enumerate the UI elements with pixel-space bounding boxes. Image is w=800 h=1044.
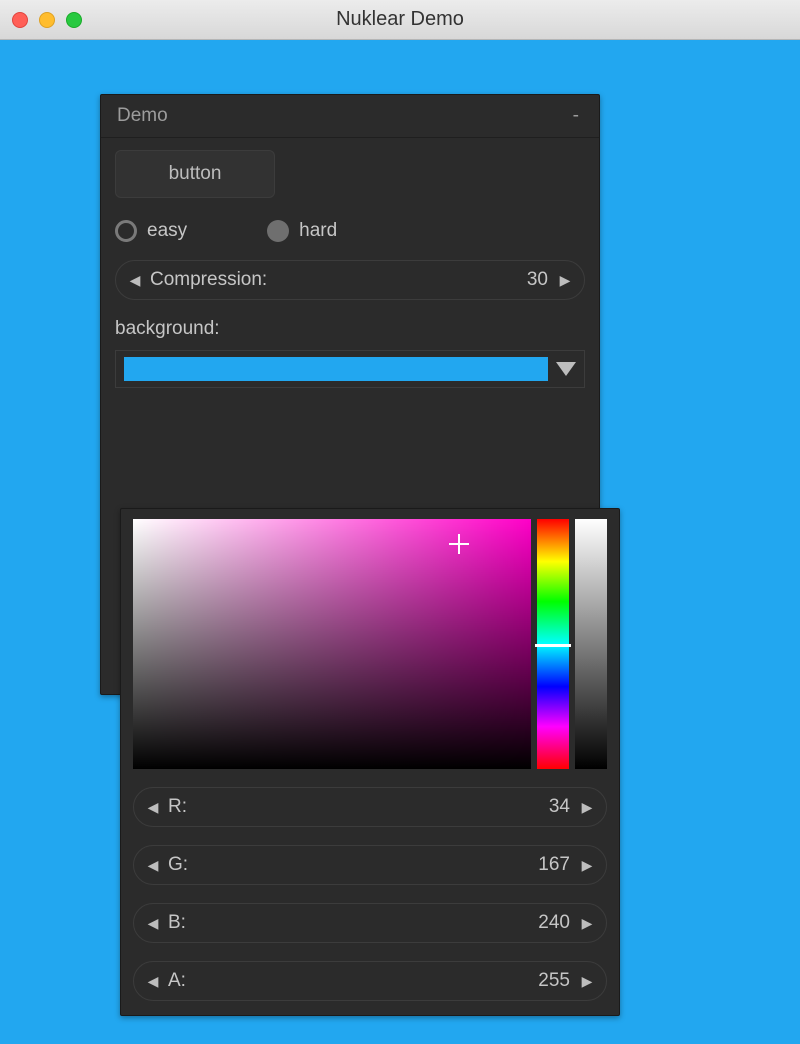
minimize-icon[interactable] (39, 12, 55, 28)
difficulty-radio-group: easy hard (115, 220, 585, 242)
chevron-left-icon[interactable]: ◀ (140, 973, 166, 990)
a-property[interactable]: ◀ A: 255 ▶ (133, 961, 607, 1001)
sv-black-layer (133, 519, 531, 769)
radio-hard-label: hard (299, 220, 337, 242)
hue-marker-icon (535, 644, 571, 647)
panel-minimize-button[interactable]: - (569, 105, 583, 127)
radio-easy[interactable]: easy (115, 220, 187, 242)
maximize-icon[interactable] (66, 12, 82, 28)
g-property[interactable]: ◀ G: 167 ▶ (133, 845, 607, 885)
b-label: B: (166, 912, 186, 934)
radio-easy-label: easy (147, 220, 187, 242)
color-picker (133, 519, 607, 769)
radio-ring-icon (115, 220, 137, 242)
radio-hard[interactable]: hard (267, 220, 337, 242)
window-controls (12, 12, 82, 28)
chevron-left-icon[interactable]: ◀ (140, 857, 166, 874)
alpha-slider[interactable] (575, 519, 607, 769)
window-titlebar: Nuklear Demo (0, 0, 800, 40)
client-area: Demo - button easy hard ◀ Compression: 3… (0, 40, 800, 1044)
a-value[interactable]: 255 (186, 970, 574, 992)
b-value[interactable]: 240 (186, 912, 574, 934)
g-label: G: (166, 854, 188, 876)
background-color-combo[interactable] (115, 350, 585, 388)
r-property[interactable]: ◀ R: 34 ▶ (133, 787, 607, 827)
hue-slider[interactable] (537, 519, 569, 769)
color-swatch (124, 357, 548, 381)
r-value[interactable]: 34 (187, 796, 574, 818)
panel-title: Demo (117, 105, 168, 127)
r-label: R: (166, 796, 187, 818)
b-property[interactable]: ◀ B: 240 ▶ (133, 903, 607, 943)
chevron-right-icon[interactable]: ▶ (552, 272, 578, 289)
compression-label: Compression: (148, 269, 267, 291)
close-icon[interactable] (12, 12, 28, 28)
panel-header[interactable]: Demo - (101, 95, 599, 138)
chevron-left-icon[interactable]: ◀ (140, 799, 166, 816)
radio-dot-icon (267, 220, 289, 242)
chevron-right-icon[interactable]: ▶ (574, 857, 600, 874)
color-picker-popup: ◀ R: 34 ▶ ◀ G: 167 ▶ ◀ B: 240 ▶ ◀ A: 255… (120, 508, 620, 1016)
compression-value[interactable]: 30 (267, 269, 552, 291)
color-sv-field[interactable] (133, 519, 531, 769)
chevron-left-icon[interactable]: ◀ (122, 272, 148, 289)
chevron-right-icon[interactable]: ▶ (574, 915, 600, 932)
chevron-right-icon[interactable]: ▶ (574, 973, 600, 990)
chevron-left-icon[interactable]: ◀ (140, 915, 166, 932)
chevron-down-icon (556, 362, 576, 376)
a-label: A: (166, 970, 186, 992)
chevron-right-icon[interactable]: ▶ (574, 799, 600, 816)
g-value[interactable]: 167 (188, 854, 574, 876)
button[interactable]: button (115, 150, 275, 198)
background-label: background: (115, 318, 585, 340)
window-title: Nuklear Demo (0, 8, 800, 31)
compression-property[interactable]: ◀ Compression: 30 ▶ (115, 260, 585, 300)
